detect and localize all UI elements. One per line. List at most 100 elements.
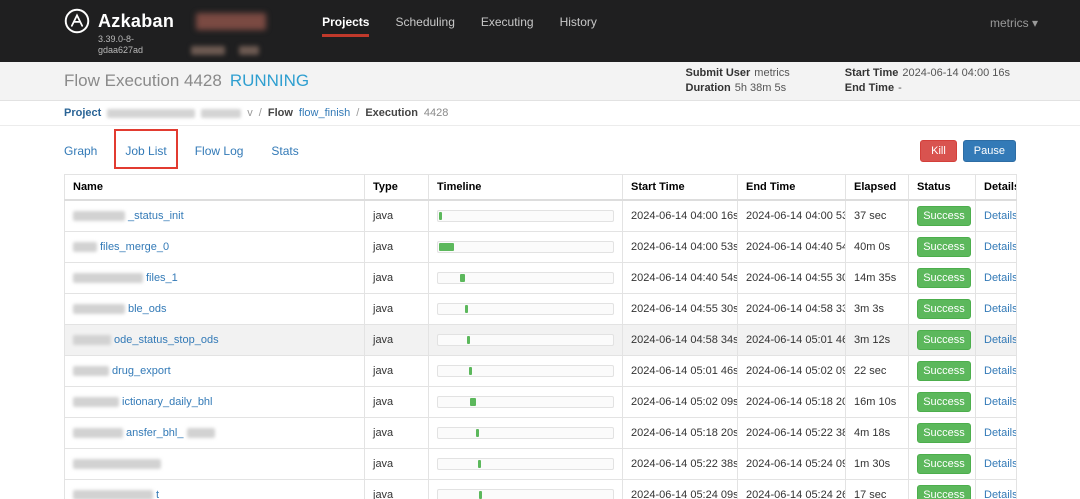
details-link[interactable]: Details bbox=[984, 396, 1016, 408]
redacted-name-prefix bbox=[73, 335, 111, 346]
job-start-time: 2024-06-14 04:00 53s bbox=[622, 231, 738, 263]
table-row: ble_ods java 2024-06-14 04:55 30s 2024-0… bbox=[64, 293, 1017, 325]
breadcrumb-flow-link[interactable]: flow_finish bbox=[299, 107, 350, 119]
table-row: files_1 java 2024-06-14 04:40 54s 2024-0… bbox=[64, 262, 1017, 294]
timeline-track bbox=[437, 210, 614, 222]
col-header-type: Type bbox=[364, 174, 429, 201]
page-title: Flow Execution 4428 bbox=[64, 71, 222, 90]
details-link[interactable]: Details bbox=[984, 458, 1016, 470]
job-name-link[interactable]: drug_export bbox=[112, 365, 171, 377]
timeline-bar bbox=[459, 274, 465, 282]
status-badge: Success bbox=[917, 330, 971, 350]
job-name-link[interactable]: t bbox=[156, 489, 159, 499]
top-navbar: Azkaban 3.39.0-8- gdaa627ad Projects Sch… bbox=[0, 0, 1080, 62]
job-end-time: 2024-06-14 05:02 09s bbox=[737, 355, 846, 387]
job-elapsed: 22 sec bbox=[845, 355, 909, 387]
col-header-details: Details bbox=[975, 174, 1017, 201]
job-name-link[interactable]: files_1 bbox=[146, 272, 178, 284]
table-row: files_merge_0 java 2024-06-14 04:00 53s … bbox=[64, 231, 1017, 263]
tab-job-list[interactable]: Job List bbox=[125, 144, 166, 158]
job-start-time: 2024-06-14 05:02 09s bbox=[622, 386, 738, 418]
job-name-link[interactable]: _status_init bbox=[128, 210, 184, 222]
job-name-link[interactable]: ansfer_bhl_ bbox=[126, 427, 184, 439]
redacted-name-prefix bbox=[73, 366, 109, 377]
job-name-link[interactable]: files_merge_0 bbox=[100, 241, 169, 253]
timeline-track bbox=[437, 303, 614, 315]
job-type: java bbox=[364, 262, 429, 294]
details-link[interactable]: Details bbox=[984, 489, 1016, 499]
job-type: java bbox=[364, 293, 429, 325]
breadcrumb-project-label[interactable]: Project bbox=[64, 107, 101, 119]
brand-block: Azkaban 3.39.0-8- gdaa627ad bbox=[64, 0, 267, 56]
kill-button[interactable]: Kill bbox=[920, 140, 957, 162]
job-end-time: 2024-06-14 05:18 20s bbox=[737, 386, 846, 418]
redacted-name-prefix bbox=[73, 304, 125, 315]
table-row: drug_export java 2024-06-14 05:01 46s 20… bbox=[64, 355, 1017, 387]
end-time-value: - bbox=[898, 82, 902, 94]
timeline-bar bbox=[468, 367, 472, 375]
tab-flow-log[interactable]: Flow Log bbox=[195, 144, 244, 158]
timeline-bar bbox=[475, 429, 479, 437]
job-start-time: 2024-06-14 04:40 54s bbox=[622, 262, 738, 294]
job-elapsed: 14m 35s bbox=[845, 262, 909, 294]
job-name-link[interactable]: ode_status_stop_ods bbox=[114, 334, 219, 346]
job-elapsed: 3m 3s bbox=[845, 293, 909, 325]
timeline-bar bbox=[467, 336, 471, 344]
pause-button[interactable]: Pause bbox=[962, 140, 1016, 162]
job-start-time: 2024-06-14 05:18 20s bbox=[622, 417, 738, 449]
details-link[interactable]: Details bbox=[984, 303, 1016, 315]
redacted-name-suffix bbox=[186, 428, 215, 439]
details-link[interactable]: Details bbox=[984, 210, 1016, 222]
breadcrumb-execution-label: Execution bbox=[365, 107, 418, 119]
status-badge: Success bbox=[917, 423, 971, 443]
status-badge: Success bbox=[917, 268, 971, 288]
nav-item-executing[interactable]: Executing bbox=[481, 15, 534, 37]
table-row: ansfer_bhl_ java 2024-06-14 05:18 20s 20… bbox=[64, 417, 1017, 449]
job-name-link[interactable]: ictionary_daily_bhl bbox=[122, 396, 213, 408]
details-link[interactable]: Details bbox=[984, 334, 1016, 346]
status-badge: Success bbox=[917, 392, 971, 412]
tab-graph[interactable]: Graph bbox=[64, 144, 97, 158]
brand-title: Azkaban bbox=[98, 10, 175, 31]
nav-item-projects[interactable]: Projects bbox=[322, 15, 370, 37]
redacted-name-prefix bbox=[73, 459, 161, 470]
details-link[interactable]: Details bbox=[984, 241, 1016, 253]
job-type: java bbox=[364, 386, 429, 418]
table-row: t java 2024-06-14 05:24 09s 2024-06-14 0… bbox=[64, 479, 1017, 499]
nav-item-scheduling[interactable]: Scheduling bbox=[395, 15, 454, 37]
col-header-name: Name bbox=[64, 174, 365, 201]
nav-item-history[interactable]: History bbox=[560, 15, 597, 37]
job-end-time: 2024-06-14 04:55 30s bbox=[737, 262, 846, 294]
duration-label: Duration bbox=[685, 82, 731, 94]
details-link[interactable]: Details bbox=[984, 427, 1016, 439]
details-link[interactable]: Details bbox=[984, 272, 1016, 284]
redacted-text bbox=[191, 46, 226, 55]
metrics-dropdown[interactable]: metrics ▾ bbox=[990, 0, 1038, 30]
job-elapsed: 40m 0s bbox=[845, 231, 909, 263]
redacted-name-prefix bbox=[73, 397, 119, 408]
breadcrumb-separator: / bbox=[258, 107, 262, 119]
timeline-track bbox=[437, 396, 614, 408]
azkaban-logo-icon bbox=[64, 8, 90, 34]
details-link[interactable]: Details bbox=[984, 365, 1016, 377]
timeline-bar bbox=[469, 398, 476, 406]
timeline-track bbox=[437, 458, 614, 470]
redacted-name-prefix bbox=[73, 490, 153, 499]
job-end-time: 2024-06-14 04:00 53s bbox=[737, 199, 846, 232]
job-start-time: 2024-06-14 05:01 46s bbox=[622, 355, 738, 387]
job-elapsed: 4m 18s bbox=[845, 417, 909, 449]
caret-down-icon: ▾ bbox=[1031, 16, 1038, 30]
status-badge: Success bbox=[917, 206, 971, 226]
duration-value: 5h 38m 5s bbox=[734, 82, 787, 94]
redacted-name-prefix bbox=[73, 428, 123, 439]
job-elapsed: 37 sec bbox=[845, 199, 909, 232]
timeline-track bbox=[437, 334, 614, 346]
job-type: java bbox=[364, 231, 429, 263]
table-header-row: Name Type Timeline Start Time End Time E… bbox=[64, 174, 1017, 201]
status-badge: Success bbox=[917, 237, 971, 257]
redacted-name-prefix bbox=[73, 211, 125, 222]
job-name-link[interactable]: ble_ods bbox=[128, 303, 167, 315]
status-badge: Success bbox=[917, 485, 971, 499]
tab-stats[interactable]: Stats bbox=[271, 144, 298, 158]
job-end-time: 2024-06-14 05:24 26s bbox=[737, 479, 846, 499]
